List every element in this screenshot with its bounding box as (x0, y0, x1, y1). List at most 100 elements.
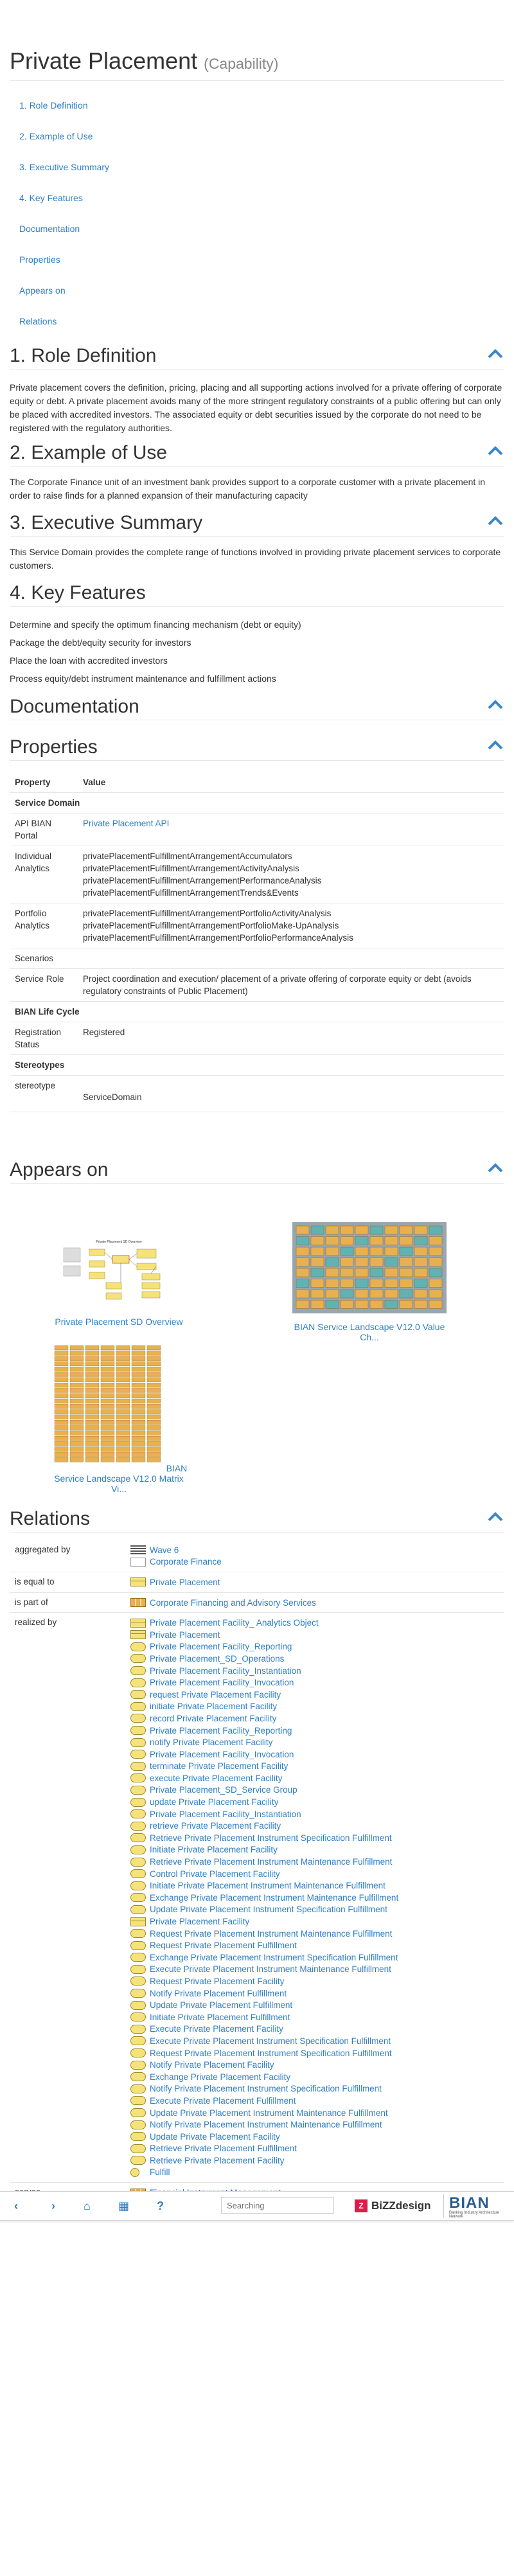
relation-link[interactable]: Notify Private Placement Instrument Main… (150, 2120, 382, 2129)
relation-link[interactable]: terminate Private Placement Facility (150, 1761, 288, 1771)
relation-item[interactable]: Wave 6 (130, 1544, 504, 1556)
relation-item[interactable]: Request Private Placement Fulfillment (130, 1939, 504, 1951)
relation-item[interactable]: Private Placement (130, 1576, 504, 1588)
back-arrow-icon[interactable]: ‹ (14, 2199, 18, 2213)
diagram-thumbnail[interactable]: Private Placement SD Overview Private Pl… (48, 1238, 190, 1327)
relation-link[interactable]: Notify Private Placement Facility (150, 2060, 274, 2070)
relation-item[interactable]: Private Placement Facility_Instantiation (130, 1665, 504, 1677)
relation-item[interactable]: Execute Private Placement Instrument Spe… (130, 2035, 504, 2047)
collapse-chevron-icon[interactable] (488, 1162, 503, 1173)
relation-link[interactable]: Initiate Private Placement Facility (150, 1845, 278, 1854)
relation-link[interactable]: Notify Private Placement Instrument Spec… (150, 2084, 382, 2093)
relation-item[interactable]: Private Placement Facility_Invocation (130, 1676, 504, 1689)
relation-link[interactable]: Request Private Placement Fulfillment (150, 1941, 297, 1950)
relation-link[interactable]: Execute Private Placement Instrument Spe… (150, 2036, 391, 2046)
relation-item[interactable]: Notify Private Placement Fulfillment (130, 1987, 504, 2000)
home-icon[interactable]: ⌂ (84, 2199, 91, 2213)
appears-on-link[interactable]: BIAN Service Landscape V12.0 Matrix Vi..… (54, 1463, 187, 1494)
relation-link[interactable]: Retrieve Private Placement Facility (150, 2156, 284, 2165)
forward-arrow-icon[interactable]: › (51, 2199, 55, 2213)
relation-item[interactable]: Update Private Placement Facility (130, 2131, 504, 2143)
relation-item[interactable]: Exchange Private Placement Instrument Ma… (130, 1892, 504, 1904)
relation-item[interactable]: Initiate Private Placement Instrument Ma… (130, 1879, 504, 1892)
relation-link[interactable]: Execute Private Placement Instrument Mai… (150, 1964, 391, 1974)
relation-item[interactable]: Initiate Private Placement Fulfillment (130, 2011, 504, 2023)
toc-item[interactable]: Documentation (10, 213, 504, 244)
relation-link[interactable]: initiate Private Placement Facility (150, 1701, 277, 1711)
toc-link-appears-on[interactable]: Appears on (19, 285, 66, 296)
relation-item[interactable]: Private Placement (130, 1629, 504, 1641)
relation-item[interactable]: Notify Private Placement Instrument Spec… (130, 2083, 504, 2095)
relation-link[interactable]: execute Private Placement Facility (150, 1773, 282, 1783)
toc-link-role-definition[interactable]: 1. Role Definition (19, 100, 88, 111)
relation-link[interactable]: Private Placement Facility_Reporting (150, 1642, 292, 1651)
relation-link[interactable]: Retrieve Private Placement Instrument Ma… (150, 1857, 392, 1867)
relation-item[interactable]: Notify Private Placement Instrument Main… (130, 2119, 504, 2131)
relation-link[interactable]: Private Placement Facility_ Analytics Ob… (150, 1618, 319, 1628)
relation-link[interactable]: update Private Placement Facility (150, 1797, 278, 1807)
relation-link[interactable]: Private Placement (150, 1577, 220, 1587)
collapse-chevron-icon[interactable] (488, 445, 503, 456)
toc-item[interactable]: 4. Key Features (10, 182, 504, 213)
relation-link[interactable]: retrieve Private Placement Facility (150, 1821, 281, 1831)
relation-item[interactable]: Exchange Private Placement Facility (130, 2071, 504, 2083)
appears-on-link[interactable]: Private Placement SD Overview (55, 1317, 182, 1327)
relation-item[interactable]: Exchange Private Placement Instrument Sp… (130, 1951, 504, 1964)
relation-item[interactable]: Retrieve Private Placement Instrument Sp… (130, 1832, 504, 1844)
relation-link[interactable]: Update Private Placement Facility (150, 2132, 280, 2142)
relation-item[interactable]: Private Placement_SD_Operations (130, 1653, 504, 1665)
api-portal-link[interactable]: Private Placement API (83, 819, 169, 828)
relation-link[interactable]: Update Private Placement Instrument Spec… (150, 1905, 387, 1914)
relation-link[interactable]: Corporate Finance (150, 1557, 222, 1567)
relation-item[interactable]: Private Placement_SD_Service Group (130, 1784, 504, 1797)
value-chain-diagram-image[interactable] (292, 1222, 447, 1313)
relation-item[interactable]: Corporate Financing and Advisory Service… (130, 1597, 504, 1609)
toc-link-key-features[interactable]: 4. Key Features (19, 193, 83, 203)
toc-item[interactable]: 2. Example of Use (10, 121, 504, 152)
relation-item[interactable]: Private Placement Facility_ Analytics Ob… (130, 1617, 504, 1629)
toc-link-executive-summary[interactable]: 3. Executive Summary (19, 162, 109, 172)
relation-link[interactable]: Exchange Private Placement Instrument Ma… (150, 1893, 398, 1903)
relation-item[interactable]: update Private Placement Facility (130, 1796, 504, 1808)
relation-link[interactable]: Retrieve Private Placement Instrument Sp… (150, 1833, 392, 1843)
relation-item[interactable]: Update Private Placement Instrument Spec… (130, 1904, 504, 1916)
relation-item[interactable]: Notify Private Placement Facility (130, 2059, 504, 2071)
toc-item[interactable]: Relations (10, 306, 504, 337)
relation-link[interactable]: Fulfill (150, 2167, 170, 2177)
relation-item[interactable]: Private Placement Facility_Invocation (130, 1748, 504, 1761)
relation-item[interactable]: Private Placement Facility_Reporting (130, 1641, 504, 1653)
relation-link[interactable]: Initiate Private Placement Fulfillment (150, 2012, 290, 2022)
relation-link[interactable]: Private Placement Facility_Instantiation (150, 1809, 301, 1819)
relation-link[interactable]: Control Private Placement Facility (150, 1869, 280, 1879)
relation-item[interactable]: Request Private Placement Instrument Spe… (130, 2047, 504, 2059)
relation-link[interactable]: record Private Placement Facility (150, 1714, 276, 1723)
grid-icon[interactable]: ▦ (118, 2199, 129, 2213)
relation-item[interactable]: Update Private Placement Fulfillment (130, 1999, 504, 2011)
matrix-view-diagram-image[interactable] (50, 1343, 164, 1465)
relation-link[interactable]: notify Private Placement Facility (150, 1737, 272, 1747)
relation-link[interactable]: Request Private Placement Instrument Mai… (150, 1929, 392, 1939)
toc-link-example-of-use[interactable]: 2. Example of Use (19, 131, 93, 141)
relation-link[interactable]: Request Private Placement Instrument Spe… (150, 2048, 392, 2058)
relation-link[interactable]: Notify Private Placement Fulfillment (150, 1989, 287, 1998)
relation-link[interactable]: Private Placement Facility_Reporting (150, 1726, 292, 1736)
relation-link[interactable]: Private Placement_SD_Operations (150, 1654, 284, 1664)
relation-item[interactable]: Request Private Placement Facility (130, 1975, 504, 1987)
relation-item[interactable]: Private Placement Facility_Reporting (130, 1725, 504, 1737)
relation-item[interactable]: Execute Private Placement Facility (130, 2023, 504, 2036)
relation-item[interactable]: Execute Private Placement Fulfillment (130, 2095, 504, 2107)
collapse-chevron-icon[interactable] (488, 740, 503, 750)
relation-item[interactable]: execute Private Placement Facility (130, 1772, 504, 1784)
diagram-thumbnail[interactable]: BIAN Service Landscape V12.0 Matrix Vi..… (48, 1343, 190, 1494)
relation-link[interactable]: Private Placement (150, 1630, 220, 1640)
collapse-chevron-icon[interactable] (488, 515, 503, 526)
relation-item[interactable]: Initiate Private Placement Facility (130, 1844, 504, 1856)
relation-item[interactable]: retrieve Private Placement Facility (130, 1820, 504, 1832)
relation-item[interactable]: Private Placement Facility_Instantiation (130, 1808, 504, 1820)
relation-link[interactable]: Request Private Placement Facility (150, 1976, 284, 1986)
relation-item[interactable]: Request Private Placement Instrument Mai… (130, 1928, 504, 1940)
relation-item[interactable]: Retrieve Private Placement Instrument Ma… (130, 1856, 504, 1868)
relation-link[interactable]: Retrieve Private Placement Fulfillment (150, 2144, 297, 2153)
relation-link[interactable]: Execute Private Placement Fulfillment (150, 2096, 296, 2106)
relation-item[interactable]: initiate Private Placement Facility (130, 1701, 504, 1713)
